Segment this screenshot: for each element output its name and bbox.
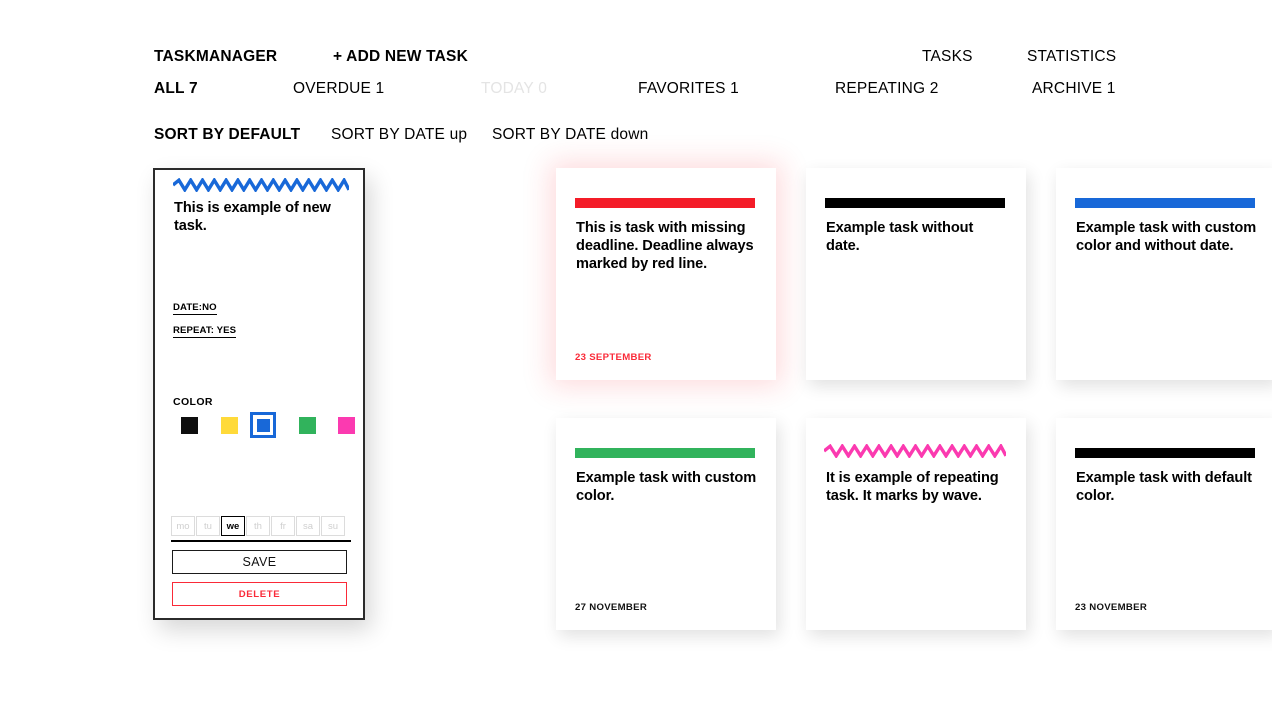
filter-today: TODAY 0 — [481, 80, 548, 97]
task-card-date: 27 NOVEMBER — [575, 602, 648, 613]
color-swatch-black[interactable] — [176, 412, 202, 438]
task-card-date: 23 NOVEMBER — [1075, 602, 1148, 613]
repeat-day-su[interactable]: su — [321, 516, 345, 536]
color-chip-blue — [256, 418, 270, 432]
color-chip-pink — [337, 416, 355, 434]
new-task-repeat-toggle[interactable]: REPEAT: YES — [173, 325, 237, 338]
repeat-days-row: mo tu we th fr sa su — [171, 516, 351, 542]
repeat-day-we[interactable]: we — [221, 516, 245, 536]
repeat-day-th[interactable]: th — [246, 516, 270, 536]
filter-favorites[interactable]: FAVORITES 1 — [638, 80, 739, 98]
save-button[interactable]: SAVE — [172, 550, 347, 574]
filter-all[interactable]: ALL 7 — [154, 80, 198, 98]
filter-archive[interactable]: ARCHIVE 1 — [1032, 80, 1116, 98]
filter-repeating[interactable]: REPEATING 2 — [835, 80, 939, 98]
new-task-card-body: This is example of new task. DATE:NO REP… — [155, 170, 363, 618]
add-new-task-button[interactable]: + ADD NEW TASK — [333, 48, 468, 66]
task-card[interactable]: Example task without date. — [806, 168, 1026, 380]
task-card-title: Example task with custom color. — [576, 470, 757, 505]
header-top-row: TASKMANAGER + ADD NEW TASK TASKS STATIST… — [154, 48, 1116, 74]
task-card[interactable]: Example task with default color. 23 NOVEM… — [1056, 418, 1272, 630]
nav-tab-statistics[interactable]: STATISTICS — [1027, 48, 1116, 66]
task-card[interactable]: Example task with custom color and witho… — [1056, 168, 1272, 380]
color-chip-yellow — [220, 416, 238, 434]
task-color-bar — [825, 198, 1005, 208]
task-card-title: Example task with default color. — [1076, 470, 1252, 505]
repeating-wave-icon — [824, 444, 1006, 458]
main-header: TASKMANAGER + ADD NEW TASK TASKS STATIST… — [154, 48, 1116, 97]
task-card[interactable]: Example task with custom color. 27 NOVEMB… — [556, 418, 776, 630]
task-card-date: 23 SEPTEMBER — [575, 352, 652, 363]
repeat-day-fr[interactable]: fr — [271, 516, 295, 536]
repeat-day-mo[interactable]: mo — [171, 516, 195, 536]
color-swatch-pink[interactable] — [333, 412, 359, 438]
task-card-title: This is task with missing deadline. Dead… — [576, 220, 754, 273]
task-card-title: It is example of repeating task. It mark… — [826, 470, 999, 505]
new-task-card[interactable]: This is example of new task. DATE:NO REP… — [153, 168, 365, 620]
repeating-wave-icon — [173, 178, 349, 192]
filter-overdue[interactable]: OVERDUE 1 — [293, 80, 384, 98]
repeat-day-tu[interactable]: tu — [196, 516, 220, 536]
sort-option-0[interactable]: SORT BY DEFAULT — [154, 126, 300, 144]
color-chip-black — [180, 416, 198, 434]
task-card-title: Example task with custom color and witho… — [1076, 220, 1257, 255]
nav-tab-tasks[interactable]: TASKS — [922, 48, 973, 66]
color-section-label: COLOR — [173, 396, 213, 408]
sort-option-1[interactable]: SORT BY DATE up — [331, 126, 467, 144]
app-root: TASKMANAGER + ADD NEW TASK TASKS STATIST… — [0, 0, 1272, 720]
new-task-date-toggle[interactable]: DATE:NO — [173, 302, 217, 315]
color-swatch-blue[interactable] — [250, 412, 276, 438]
task-color-bar — [575, 198, 755, 208]
color-swatch-green[interactable] — [294, 412, 320, 438]
task-card[interactable]: This is task with missing deadline. Dead… — [556, 168, 776, 380]
app-title: TASKMANAGER — [154, 48, 278, 65]
task-color-bar — [575, 448, 755, 458]
sort-option-2[interactable]: SORT BY DATE down — [492, 126, 648, 144]
color-swatch-group — [172, 412, 355, 438]
task-color-bar — [1075, 198, 1255, 208]
task-card[interactable]: It is example of repeating task. It mark… — [806, 418, 1026, 630]
color-swatch-yellow[interactable] — [216, 412, 242, 438]
task-color-bar — [1075, 448, 1255, 458]
repeat-day-sa[interactable]: sa — [296, 516, 320, 536]
delete-button[interactable]: DELETE — [172, 582, 347, 606]
task-card-title: Example task without date. — [826, 220, 974, 255]
filter-bar: ALL 7 OVERDUE 1 TODAY 0 FAVORITES 1 REPEATIN… — [154, 80, 1116, 104]
color-chip-green — [298, 416, 316, 434]
repeat-days-picker: mo tu we th fr sa su — [171, 516, 351, 542]
new-task-title-input[interactable]: This is example of new task. — [174, 200, 352, 236]
